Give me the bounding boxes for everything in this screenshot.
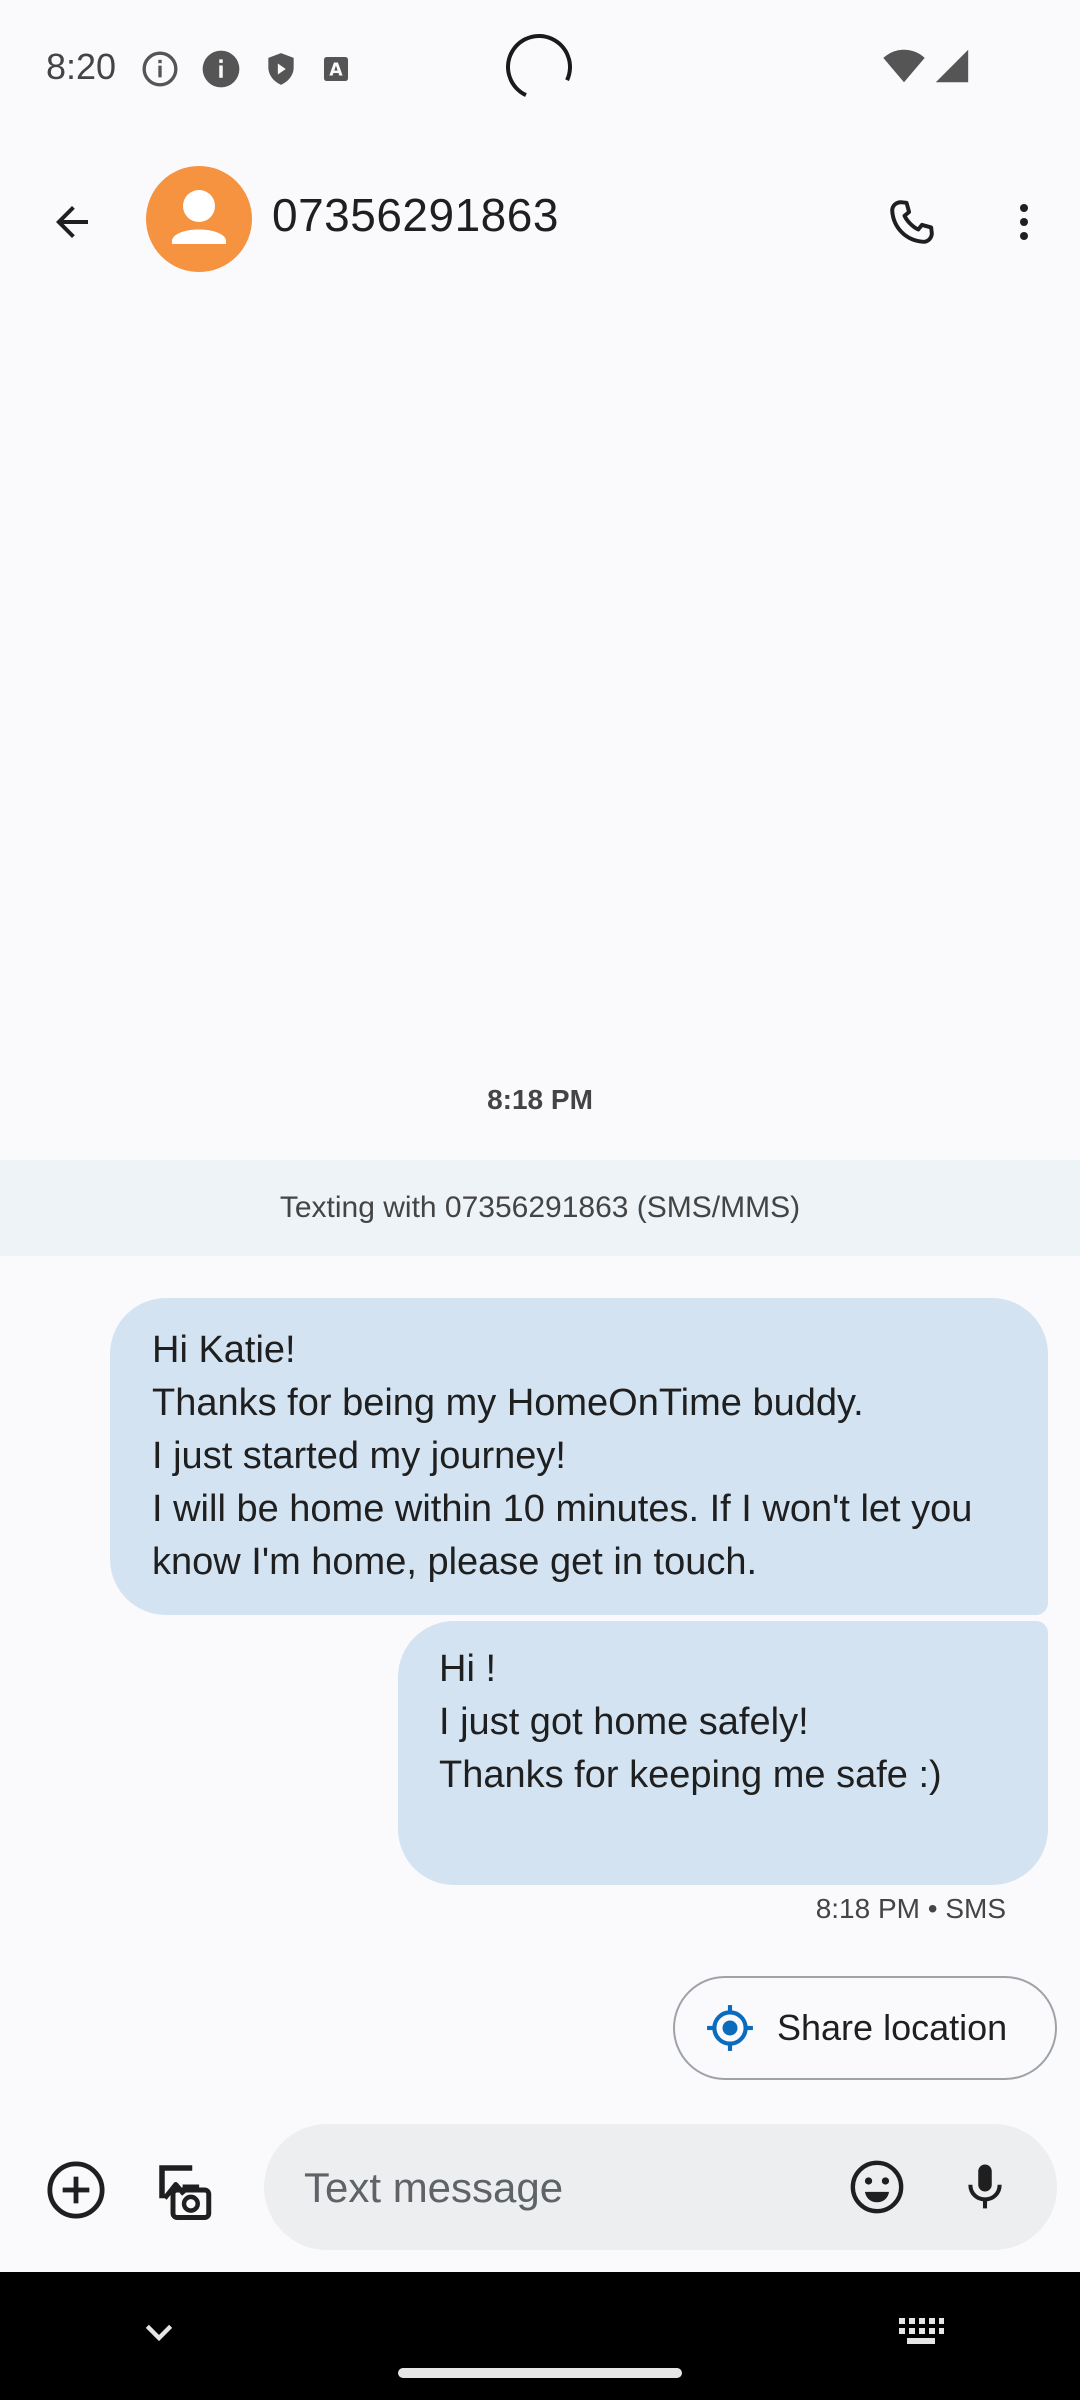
hide-keyboard-button[interactable]	[136, 2310, 182, 2356]
info-filled-icon	[200, 48, 242, 90]
share-location-label: Share location	[777, 2007, 1008, 2048]
emoji-icon	[850, 2160, 904, 2214]
more-options-button[interactable]	[982, 180, 1066, 264]
back-button[interactable]	[30, 180, 114, 264]
keyboard-icon	[899, 2318, 944, 2344]
contact-name[interactable]: 07356291863	[272, 188, 559, 242]
location-target-icon	[707, 2005, 753, 2051]
contact-avatar[interactable]	[146, 166, 252, 272]
text-message-input[interactable]	[302, 2124, 786, 2252]
message-bubble[interactable]: Hi Katie! Thanks for being my HomeOnTime…	[110, 1298, 1048, 1615]
emoji-button[interactable]	[838, 2148, 916, 2226]
camera-cutout	[496, 24, 582, 110]
mic-icon	[968, 2164, 1002, 2209]
shield-play-icon	[262, 49, 300, 89]
person-icon	[172, 190, 226, 244]
voice-input-button[interactable]	[946, 2148, 1024, 2226]
font-a-icon: A	[320, 53, 352, 85]
add-attachment-button[interactable]	[36, 2150, 116, 2230]
phone-icon	[890, 200, 934, 244]
info-outline-icon	[140, 49, 180, 89]
status-bar: 8:20 A	[0, 0, 1080, 130]
cellular-signal-icon	[934, 48, 970, 89]
status-notification-icons: A	[140, 48, 352, 90]
conversation-app-bar: 07356291863	[0, 150, 1080, 290]
call-button[interactable]	[870, 180, 954, 264]
compose-field[interactable]	[264, 2124, 1057, 2252]
system-navigation-bar	[0, 2272, 1080, 2400]
keyboard-switch-button[interactable]	[896, 2312, 946, 2352]
svg-text:A: A	[329, 61, 343, 81]
sms-info-text: Texting with 07356291863 (SMS/MMS)	[279, 1191, 801, 1224]
wifi-icon	[882, 48, 926, 89]
message-status: 8:18 PM • SMS	[815, 1893, 1006, 1924]
conversation-timestamp: 8:18 PM	[487, 1084, 593, 1115]
add-circle-icon	[47, 2161, 105, 2219]
sms-info-banner: Texting with 07356291863 (SMS/MMS)	[0, 1160, 1080, 1256]
status-system-icons	[882, 48, 970, 89]
chevron-down-icon	[145, 2324, 173, 2342]
home-gesture-pill[interactable]	[398, 2368, 682, 2378]
gallery-camera-button[interactable]	[144, 2150, 224, 2230]
more-vert-icon	[1020, 204, 1028, 240]
status-time: 8:20	[46, 46, 117, 87]
share-location-button[interactable]: Share location	[673, 1976, 1057, 2080]
gallery-camera-icon	[159, 2165, 212, 2220]
arrow-back-icon	[56, 206, 88, 238]
message-bubble[interactable]: Hi ! I just got home safely! Thanks for …	[398, 1621, 1048, 1885]
